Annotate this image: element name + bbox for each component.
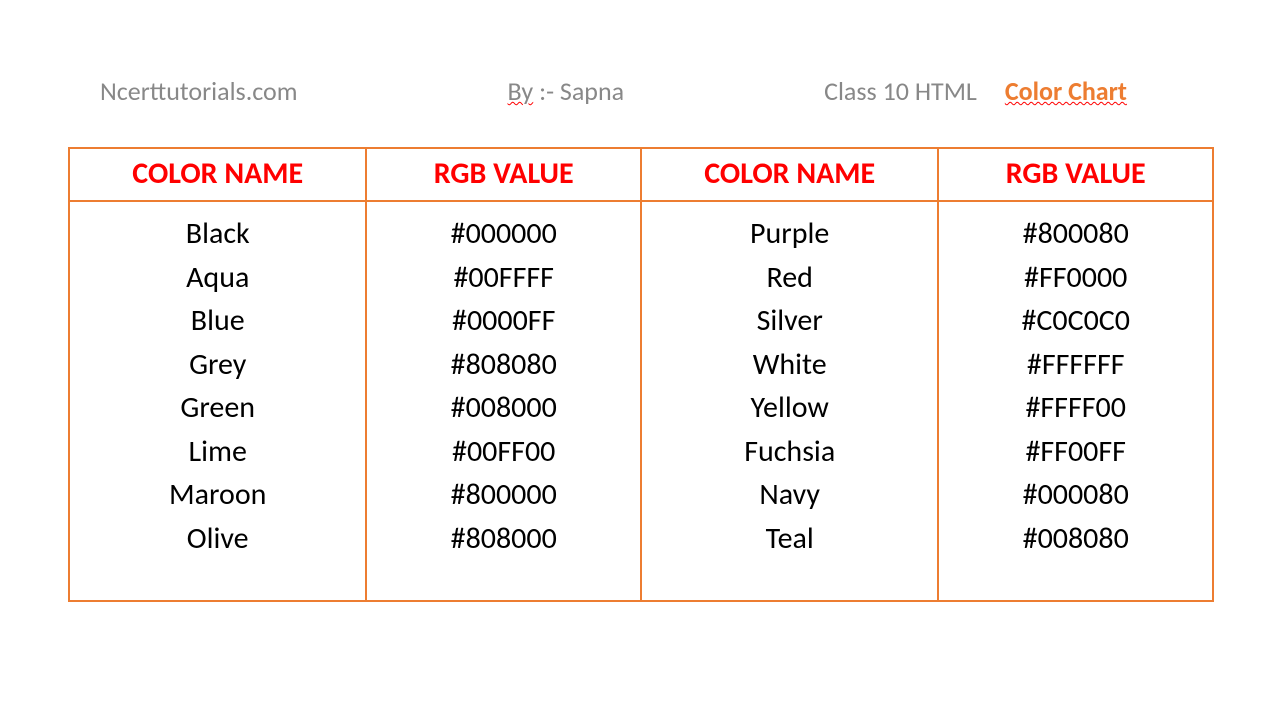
color-rgb: #FF0000 — [949, 256, 1202, 300]
color-rgb: #FF00FF — [949, 430, 1202, 474]
cell-names-left: Black Aqua Blue Grey Green Lime Maroon O… — [69, 201, 366, 601]
author-label: By :- Sapna — [508, 75, 625, 107]
color-name: White — [652, 343, 927, 387]
color-name: Yellow — [652, 386, 927, 430]
color-rgb: #00FF00 — [377, 430, 630, 474]
class-label: Class 10 HTML — [824, 75, 977, 107]
color-name: Fuchsia — [652, 430, 927, 474]
color-name: Red — [652, 256, 927, 300]
site-label: Ncerttutorials.com — [100, 75, 298, 107]
color-name: Lime — [80, 430, 355, 474]
color-name: Teal — [652, 517, 927, 561]
color-rgb: #000000 — [377, 212, 630, 256]
color-rgb: #00FFFF — [377, 256, 630, 300]
author-prefix: By — [508, 75, 534, 107]
page-header: Ncerttutorials.com By :- Sapna Class 10 … — [0, 0, 1282, 147]
color-rgb: #0000FF — [377, 299, 630, 343]
color-name: Black — [80, 212, 355, 256]
author-name: :- Sapna — [539, 75, 624, 107]
color-rgb: #808080 — [377, 343, 630, 387]
color-rgb: #000080 — [949, 473, 1202, 517]
color-name: Aqua — [80, 256, 355, 300]
col-header-name-left: COLOR NAME — [69, 148, 366, 201]
color-rgb: #008080 — [949, 517, 1202, 561]
col-header-rgb-left: RGB VALUE — [366, 148, 641, 201]
color-rgb: #808000 — [377, 517, 630, 561]
cell-rgb-left: #000000 #00FFFF #0000FF #808080 #008000 … — [366, 201, 641, 601]
color-name: Blue — [80, 299, 355, 343]
color-name: Olive — [80, 517, 355, 561]
color-name: Grey — [80, 343, 355, 387]
color-table-container: COLOR NAME RGB VALUE COLOR NAME RGB VALU… — [0, 147, 1282, 602]
color-name: Navy — [652, 473, 927, 517]
color-table: COLOR NAME RGB VALUE COLOR NAME RGB VALU… — [68, 147, 1214, 602]
page-title: Color Chart — [1005, 75, 1127, 107]
color-name: Green — [80, 386, 355, 430]
table-body-row: Black Aqua Blue Grey Green Lime Maroon O… — [69, 201, 1213, 601]
color-name: Silver — [652, 299, 927, 343]
col-header-name-right: COLOR NAME — [641, 148, 938, 201]
color-rgb: #800080 — [949, 212, 1202, 256]
color-name: Maroon — [80, 473, 355, 517]
color-rgb: #C0C0C0 — [949, 299, 1202, 343]
table-header-row: COLOR NAME RGB VALUE COLOR NAME RGB VALU… — [69, 148, 1213, 201]
color-rgb: #FFFFFF — [949, 343, 1202, 387]
color-rgb: #FFFF00 — [949, 386, 1202, 430]
color-rgb: #008000 — [377, 386, 630, 430]
color-name: Purple — [652, 212, 927, 256]
col-header-rgb-right: RGB VALUE — [938, 148, 1213, 201]
cell-rgb-right: #800080 #FF0000 #C0C0C0 #FFFFFF #FFFF00 … — [938, 201, 1213, 601]
cell-names-right: Purple Red Silver White Yellow Fuchsia N… — [641, 201, 938, 601]
color-rgb: #800000 — [377, 473, 630, 517]
